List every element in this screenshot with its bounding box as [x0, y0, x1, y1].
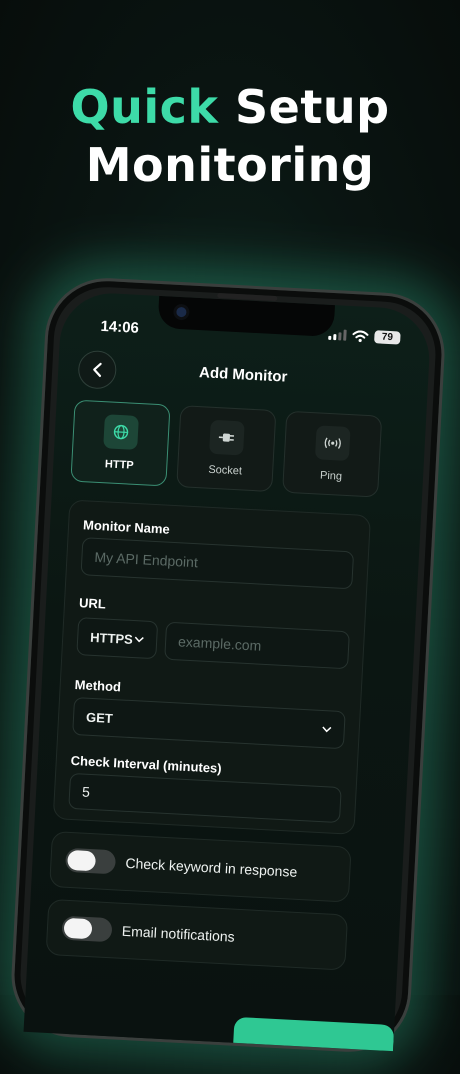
monitor-name-label: Monitor Name: [83, 517, 170, 537]
battery-icon: 79: [374, 330, 401, 344]
phone-frame: 14:06 79 Add Monitor: [8, 275, 447, 1055]
method-label: Method: [74, 677, 121, 694]
url-input[interactable]: example.com: [164, 622, 350, 670]
email-toggle[interactable]: [61, 916, 112, 943]
headline-line2: Monitoring: [0, 136, 460, 194]
type-ping[interactable]: Ping: [282, 411, 382, 498]
chevron-down-icon: [134, 635, 144, 644]
protocol-value: HTTPS: [90, 629, 133, 646]
interval-value: 5: [82, 784, 91, 800]
url-placeholder: example.com: [178, 633, 262, 653]
protocol-select[interactable]: HTTPS: [76, 617, 158, 659]
keyword-toggle-label: Check keyword in response: [125, 855, 298, 880]
keyword-toggle-row: Check keyword in response: [49, 831, 352, 903]
page-title: Add Monitor: [58, 357, 428, 393]
headline-rest: Setup: [218, 80, 389, 134]
phone-mockup: 14:06 79 Add Monitor: [8, 275, 447, 1055]
type-label-http: HTTP: [105, 458, 134, 471]
globe-icon: [103, 414, 139, 450]
monitor-name-input[interactable]: My API Endpoint: [80, 537, 354, 589]
headline-accent: Quick: [71, 80, 219, 134]
email-toggle-row: Email notifications: [46, 899, 349, 971]
phone-screen: 14:06 79 Add Monitor: [24, 291, 432, 1051]
wifi-icon: [352, 330, 369, 343]
email-toggle-label: Email notifications: [122, 923, 236, 945]
url-label: URL: [79, 595, 106, 611]
monitor-type-selector: HTTP Socket: [70, 400, 382, 498]
keyword-toggle[interactable]: [65, 848, 116, 875]
signal-icon: [328, 329, 347, 341]
chevron-down-icon: [322, 725, 332, 734]
status-time: 14:06: [100, 318, 139, 337]
type-label-socket: Socket: [208, 464, 242, 478]
status-icons: 79: [328, 328, 401, 345]
type-http[interactable]: HTTP: [70, 400, 170, 487]
type-socket[interactable]: Socket: [176, 405, 276, 492]
save-button[interactable]: [233, 1017, 395, 1051]
interval-input[interactable]: 5: [68, 773, 342, 823]
monitor-form: Monitor Name My API Endpoint URL HTTPS e…: [53, 499, 371, 834]
headline: Quick Setup Monitoring: [0, 78, 460, 194]
interval-label: Check Interval (minutes): [70, 753, 222, 776]
broadcast-icon: [315, 425, 351, 461]
plug-icon: [209, 420, 245, 456]
headline-line1: Quick Setup: [0, 78, 460, 136]
method-select[interactable]: GET: [72, 697, 346, 749]
monitor-name-placeholder: My API Endpoint: [94, 549, 198, 570]
notch: [158, 296, 335, 337]
method-value: GET: [86, 709, 113, 725]
type-label-ping: Ping: [320, 470, 343, 483]
camera-icon: [176, 307, 187, 318]
